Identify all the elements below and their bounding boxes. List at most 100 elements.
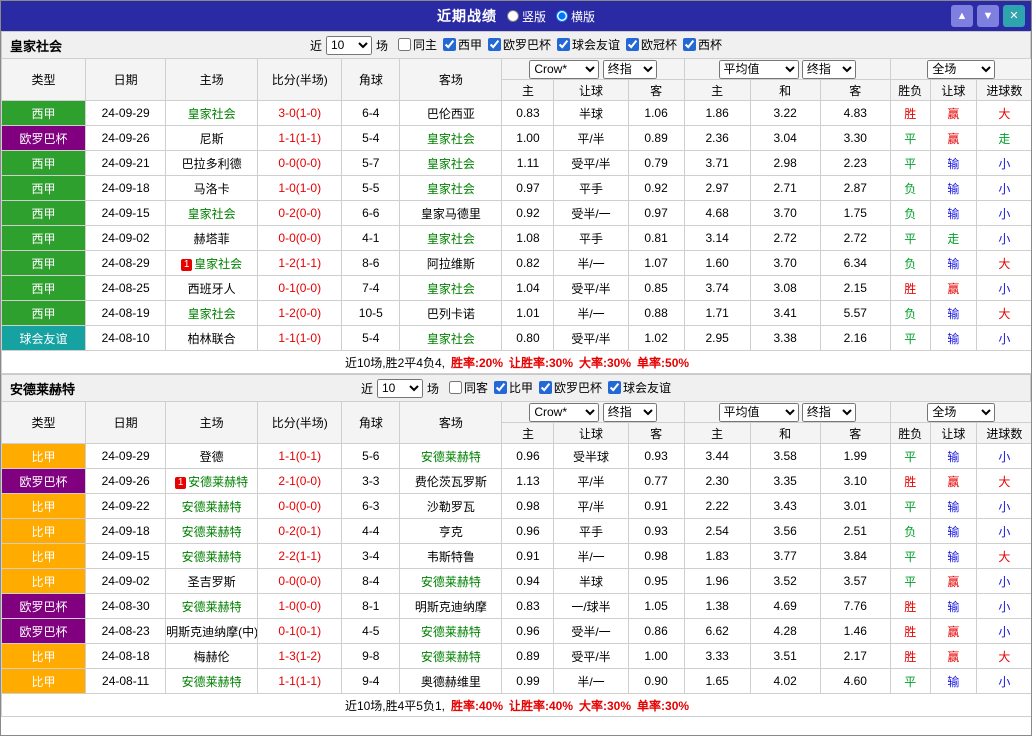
corner-score: 4-1: [342, 226, 400, 251]
col-odds-handicap: 让球: [554, 423, 628, 444]
away-team-name[interactable]: 巴伦西亚: [427, 107, 475, 121]
home-team-name[interactable]: 马洛卡: [194, 182, 230, 196]
result-scope-select[interactable]: 全场: [927, 403, 995, 422]
league-checkbox[interactable]: [488, 38, 501, 51]
match-row: 比甲24-08-18梅赫伦1-3(1-2)9-8安德莱赫特0.89受平/半1.0…: [2, 644, 1032, 669]
odds-provider-select[interactable]: Crow*: [529, 403, 599, 422]
league-checkbox-label[interactable]: 欧罗巴杯: [539, 379, 602, 396]
result-goals: 小: [976, 619, 1032, 644]
home-team-name[interactable]: 圣吉罗斯: [188, 575, 236, 589]
league-checkbox[interactable]: [683, 38, 696, 51]
odds-stage-select[interactable]: 终指: [603, 60, 657, 79]
move-up-button[interactable]: ▲: [951, 5, 973, 27]
league-checkbox[interactable]: [626, 38, 639, 51]
match-date: 24-08-19: [86, 301, 166, 326]
odds-provider-select[interactable]: Crow*: [529, 60, 599, 79]
away-team-name[interactable]: 亨克: [439, 525, 463, 539]
odds-stage-select[interactable]: 终指: [603, 403, 657, 422]
match-count-select[interactable]: 10: [377, 379, 423, 398]
away-team-name[interactable]: 皇家社会: [427, 332, 475, 346]
home-team-name[interactable]: 柏林联合: [188, 332, 236, 346]
league-checkbox[interactable]: [443, 38, 456, 51]
league-checkbox-label[interactable]: 欧冠杯: [626, 36, 677, 53]
matches-table: 类型 日期 主场 比分(半场) 角球 客场 Crow* 终指 平均值 终指: [1, 58, 1032, 374]
home-team-name[interactable]: 登德: [200, 450, 224, 464]
match-type-badge: 欧罗巴杯: [2, 469, 86, 494]
move-down-button[interactable]: ▼: [977, 5, 999, 27]
away-team-name[interactable]: 安德莱赫特: [421, 625, 481, 639]
layout-horizontal-radio[interactable]: [556, 10, 568, 22]
home-team-name[interactable]: 安德莱赫特: [182, 525, 242, 539]
home-team-name[interactable]: 梅赫伦: [194, 650, 230, 664]
home-team-name[interactable]: 安德莱赫特: [182, 675, 242, 689]
league-checkbox-label[interactable]: 比甲: [494, 379, 533, 396]
league-checkbox-label[interactable]: 西杯: [683, 36, 722, 53]
away-team-name[interactable]: 皇家社会: [427, 182, 475, 196]
result-goals: 大: [976, 301, 1032, 326]
home-team-cell: 马洛卡: [166, 176, 258, 201]
league-checkbox[interactable]: [494, 381, 507, 394]
result-scope-select[interactable]: 全场: [927, 60, 995, 79]
away-team-name[interactable]: 皇家社会: [427, 132, 475, 146]
away-team-name[interactable]: 明斯克迪纳摩: [415, 600, 487, 614]
same-venue-checkbox-label[interactable]: 同主: [398, 36, 437, 53]
away-team-name[interactable]: 皇家社会: [427, 282, 475, 296]
away-team-name[interactable]: 皇家马德里: [421, 207, 481, 221]
same-venue-checkbox[interactable]: [449, 381, 462, 394]
avg-source-select[interactable]: 平均值: [719, 403, 799, 422]
title-bar-center: 近期战绩 竖版 横版: [437, 6, 595, 26]
avg-source-select[interactable]: 平均值: [719, 60, 799, 79]
home-team-name[interactable]: 明斯克迪纳摩(中): [166, 625, 258, 639]
home-team-name[interactable]: 西班牙人: [188, 282, 236, 296]
away-team-name[interactable]: 安德莱赫特: [421, 650, 481, 664]
home-team-name[interactable]: 安德莱赫特: [188, 475, 248, 489]
home-team-name[interactable]: 巴拉多利德: [182, 157, 242, 171]
odds-home: 0.89: [502, 644, 554, 669]
home-team-name[interactable]: 皇家社会: [188, 307, 236, 321]
league-checkbox-label[interactable]: 西甲: [443, 36, 482, 53]
match-score: 3-0(1-0): [258, 101, 342, 126]
result-goals: 小: [976, 326, 1032, 351]
away-team-cell: 皇家社会: [400, 126, 502, 151]
home-team-name[interactable]: 皇家社会: [188, 107, 236, 121]
home-team-name[interactable]: 尼斯: [200, 132, 224, 146]
avg-stage-select[interactable]: 终指: [802, 403, 856, 422]
league-checkbox[interactable]: [608, 381, 621, 394]
home-team-name[interactable]: 安德莱赫特: [182, 550, 242, 564]
away-team-name[interactable]: 沙勒罗瓦: [427, 500, 475, 514]
match-score: 1-1(1-1): [258, 669, 342, 694]
avg-stage-select[interactable]: 终指: [802, 60, 856, 79]
league-checkbox-label[interactable]: 欧罗巴杯: [488, 36, 551, 53]
layout-vertical-radio[interactable]: [507, 10, 519, 22]
home-team-name[interactable]: 皇家社会: [194, 257, 242, 271]
league-checkbox-label[interactable]: 球会友谊: [608, 379, 671, 396]
home-team-name[interactable]: 安德莱赫特: [182, 500, 242, 514]
match-count-select[interactable]: 10: [326, 36, 372, 55]
home-team-name[interactable]: 赫塔菲: [194, 232, 230, 246]
home-team-name[interactable]: 皇家社会: [188, 207, 236, 221]
match-type-badge: 比甲: [2, 669, 86, 694]
odds-handicap: 半/一: [554, 301, 628, 326]
match-row: 球会友谊24-08-10柏林联合1-1(1-0)5-4皇家社会0.80受平/半1…: [2, 326, 1032, 351]
league-checkbox[interactable]: [557, 38, 570, 51]
same-venue-checkbox[interactable]: [398, 38, 411, 51]
away-team-name[interactable]: 阿拉维斯: [427, 257, 475, 271]
avg-draw: 3.70: [750, 251, 820, 276]
home-team-cell: 安德莱赫特: [166, 494, 258, 519]
away-team-name[interactable]: 安德莱赫特: [421, 450, 481, 464]
away-team-name[interactable]: 巴列卡诺: [427, 307, 475, 321]
layout-vertical-option[interactable]: 竖版: [507, 8, 546, 25]
away-team-name[interactable]: 安德莱赫特: [421, 575, 481, 589]
layout-horizontal-option[interactable]: 横版: [556, 8, 595, 25]
away-team-name[interactable]: 皇家社会: [427, 157, 475, 171]
same-venue-checkbox-label[interactable]: 同客: [449, 379, 488, 396]
away-team-name[interactable]: 费伦茨瓦罗斯: [415, 475, 487, 489]
league-checkbox[interactable]: [539, 381, 552, 394]
away-team-name[interactable]: 奥德赫维里: [421, 675, 481, 689]
away-team-name[interactable]: 韦斯特鲁: [427, 550, 475, 564]
away-team-name[interactable]: 皇家社会: [427, 232, 475, 246]
close-button[interactable]: ✕: [1003, 5, 1025, 27]
home-team-name[interactable]: 安德莱赫特: [182, 600, 242, 614]
league-checkbox-label[interactable]: 球会友谊: [557, 36, 620, 53]
result-goals: 小: [976, 201, 1032, 226]
